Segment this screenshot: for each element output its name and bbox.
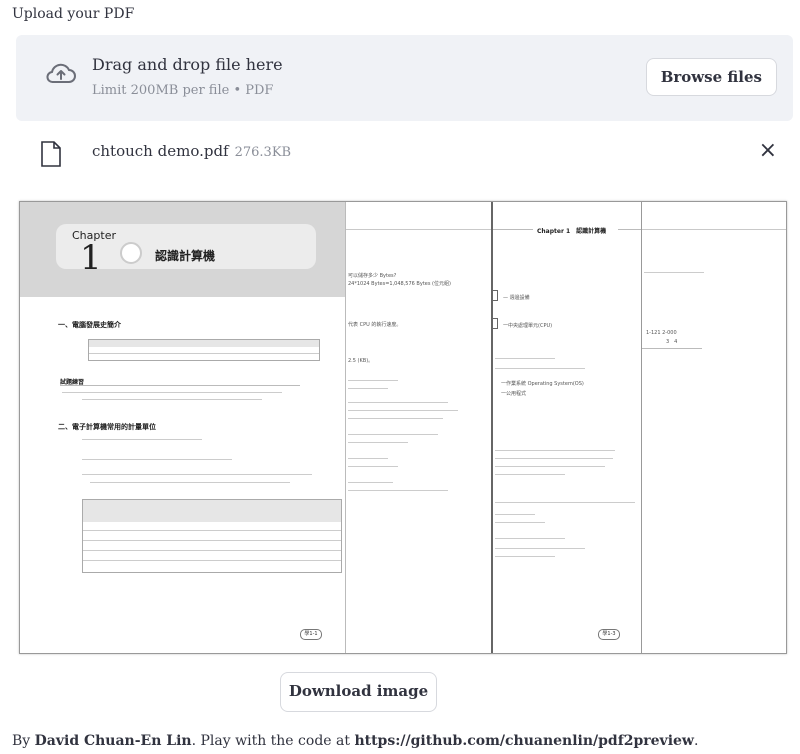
chapter-running-header: Chapter 1 認識計算機 <box>537 228 607 235</box>
file-icon <box>41 141 61 167</box>
units-table <box>82 499 342 573</box>
close-icon[interactable]: × <box>759 138 777 163</box>
footer-credit: By David Chuan-En Lin. Play with the cod… <box>12 733 698 749</box>
rule <box>642 229 786 230</box>
chapter-number: 1 <box>80 238 102 278</box>
file-name: chtouch demo.pdf 276.3KB <box>92 142 291 160</box>
preview-page-3: Chapter 1 認識計算機 — 週邊設備 一中央處理單元(CPU) 一作業系… <box>491 202 643 653</box>
browse-files-button[interactable]: Browse files <box>645 58 777 96</box>
file-size: 276.3KB <box>234 145 292 160</box>
upload-label: Upload your PDF <box>12 6 135 22</box>
preview-page-4: 1-121 2-000 3 4 <box>641 202 786 653</box>
text-line: 一作業系統 Operating System(OS) <box>501 381 584 387</box>
section-heading-2: 二、電子計算機常用的計量單位 <box>58 423 156 431</box>
file-name-text: chtouch demo.pdf <box>92 142 229 160</box>
text-line <box>82 474 312 475</box>
file-dropzone[interactable]: Drag and drop file here Limit 200MB per … <box>16 35 793 121</box>
page-tag: 學1-3 <box>598 629 620 640</box>
footer-link[interactable]: https://github.com/chuanenlin/pdf2previe… <box>354 733 694 749</box>
text-line: 1-121 2-000 <box>646 330 677 336</box>
footer-prefix: By <box>12 733 35 749</box>
download-image-button[interactable]: Download image <box>280 672 437 712</box>
uploaded-file-row: chtouch demo.pdf 276.3KB × <box>16 133 793 173</box>
dropzone-title: Drag and drop file here <box>92 55 283 74</box>
section-heading-1: 一、電腦發展史簡介 <box>58 321 121 329</box>
preview-page-1: Chapter 1 認識計算機 一、電腦發展史簡介 試題練習 二、電子計算機常用… <box>20 202 345 653</box>
footer-suffix: . <box>693 733 699 749</box>
chapter-title: 認識計算機 <box>155 249 216 263</box>
dropzone-subtitle: Limit 200MB per file • PDF <box>92 83 274 98</box>
text-line: 可以儲存多少 Bytes? <box>348 273 397 279</box>
text-line: 代表 CPU 的執行速度。 <box>348 322 402 328</box>
text-line <box>82 439 202 440</box>
pdf-preview-image: Chapter 1 認識計算機 一、電腦發展史簡介 試題練習 二、電子計算機常用… <box>19 201 787 654</box>
footer-author: David Chuan-En Lin <box>34 733 192 749</box>
rule <box>60 385 300 386</box>
chapter-circle <box>120 242 142 264</box>
footer-middle: . Play with the code at <box>191 733 355 749</box>
text-line <box>82 459 232 460</box>
cloud-upload-icon <box>46 63 76 83</box>
text-line <box>82 399 262 400</box>
text-line: 3 4 <box>666 339 678 345</box>
text-line: 一公用程式 <box>501 391 527 397</box>
text-line: 一中央處理單元(CPU) <box>503 323 553 329</box>
preview-page-2: 可以儲存多少 Bytes? 24*1024 Bytes=1,048,576 By… <box>345 202 492 653</box>
rule <box>346 229 492 230</box>
page-tag: 學1-1 <box>300 629 322 640</box>
text-line: 24*1024 Bytes=1,048,576 Bytes (位元組) <box>348 281 451 287</box>
history-table <box>88 339 320 361</box>
text-line <box>62 392 282 393</box>
text-line: 2.5 (KB)。 <box>348 358 374 364</box>
text-line <box>90 482 290 483</box>
